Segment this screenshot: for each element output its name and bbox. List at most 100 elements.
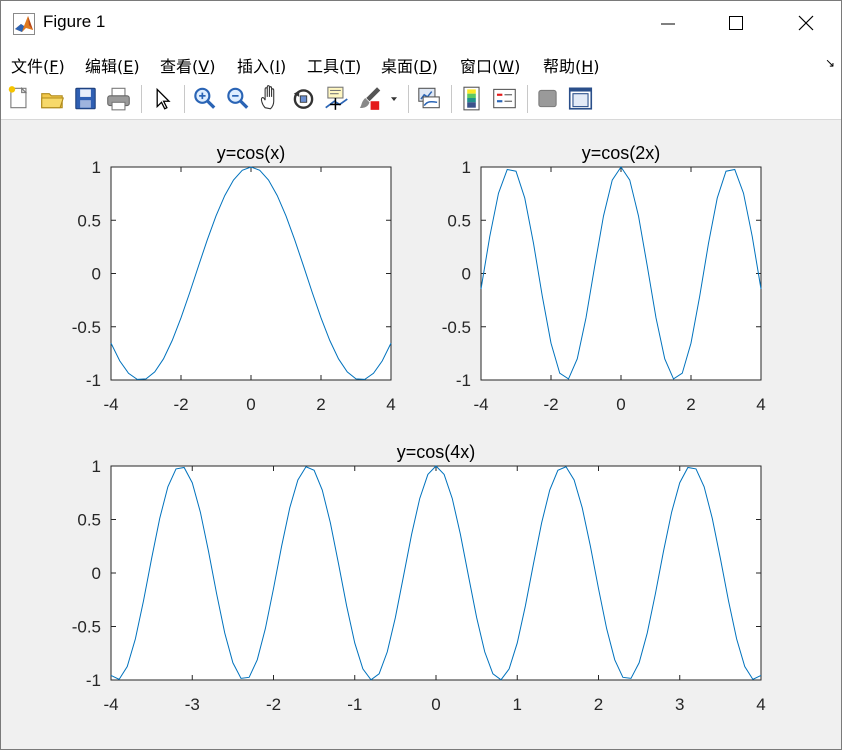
toolbar-separator — [141, 85, 142, 113]
menu-item-e[interactable]: 编辑(E) — [85, 53, 140, 77]
brush-button[interactable] — [355, 84, 384, 112]
y-tick-label: -1 — [456, 371, 471, 390]
subplot-3[interactable]: y=cos(4x) -4 -3 -2 -1 0 1 2 3 4 -1 -0.5 0 0.5 1 — [72, 442, 766, 714]
save-icon — [75, 87, 96, 110]
x-tick-label: 2 — [686, 395, 695, 414]
x-tick-label: 2 — [594, 695, 603, 714]
x-tick-label: -2 — [173, 395, 188, 414]
menu-item-f[interactable]: 文件(F) — [11, 53, 65, 77]
x-tick-label: -4 — [473, 395, 488, 414]
show-plot-tools-icon — [568, 87, 593, 110]
pan-icon — [260, 85, 275, 110]
minimize-icon — [661, 23, 675, 25]
axes-box[interactable] — [110, 465, 762, 681]
axes-box[interactable] — [110, 166, 392, 381]
rotate-3d-button[interactable] — [289, 84, 318, 112]
menu-item-h[interactable]: 帮助(H) — [543, 53, 600, 77]
maximize-button[interactable] — [709, 1, 763, 45]
zoom-in-button[interactable] — [190, 84, 219, 112]
x-tick-label: 4 — [756, 695, 765, 714]
subplot-title: y=cos(4x) — [397, 442, 476, 462]
open-file-button[interactable] — [38, 84, 67, 112]
save-button[interactable] — [71, 84, 100, 112]
brush-icon — [359, 87, 381, 110]
x-tick-label: -4 — [103, 395, 118, 414]
hide-plot-tools-button[interactable] — [533, 84, 562, 112]
maximize-icon — [729, 16, 743, 30]
link-plot-button[interactable] — [414, 84, 443, 112]
zoom-in-icon — [194, 87, 216, 109]
x-tick-label: 0 — [246, 395, 255, 414]
menu-item-w[interactable]: 窗口(W) — [460, 53, 520, 77]
toolbar-separator — [184, 85, 185, 113]
new-figure-icon — [8, 86, 28, 109]
x-tick-label: -3 — [185, 695, 200, 714]
insert-legend-icon — [493, 88, 516, 109]
window-title: Figure 1 — [43, 12, 106, 31]
x-tick-label: 0 — [616, 395, 625, 414]
y-tick-label: -0.5 — [72, 318, 101, 337]
menu-expand-arrow-icon[interactable]: ↘ — [825, 56, 835, 70]
figure-toolbar — [1, 79, 841, 120]
menu-bar: ↘ 文件(F) 编辑(E) 查看(V) 插入(I) 工具(T) 桌面(D) 窗口(W) 帮助(… — [1, 45, 841, 79]
x-tick-label: -4 — [103, 695, 118, 714]
x-tick-label: 0 — [431, 695, 440, 714]
print-button[interactable] — [104, 84, 133, 112]
print-icon — [107, 87, 130, 111]
close-icon — [798, 15, 814, 31]
close-button[interactable] — [779, 1, 833, 45]
x-tick-label: -2 — [543, 395, 558, 414]
brush-dropdown-button[interactable] — [388, 84, 400, 112]
y-tick-label: 0.5 — [447, 211, 471, 230]
insert-colorbar-button[interactable] — [457, 84, 486, 112]
subplot-2[interactable]: y=cos(2x) -4 -2 0 2 4 -1 -0.5 0 0.5 1 — [442, 143, 766, 414]
title-bar[interactable]: Figure 1 — [1, 1, 841, 45]
data-cursor-button[interactable] — [322, 84, 351, 112]
y-tick-label: 1 — [462, 158, 471, 177]
new-figure-button[interactable] — [5, 84, 34, 112]
brush-dropdown-icon — [391, 97, 397, 101]
select-icon — [156, 87, 171, 110]
pan-button[interactable] — [256, 84, 285, 112]
y-tick-label: -0.5 — [442, 318, 471, 337]
axes-box[interactable] — [480, 166, 762, 381]
insert-legend-button[interactable] — [490, 84, 519, 112]
x-tick-label: 3 — [675, 695, 684, 714]
figure-window: Figure 1 ↘ 文件(F) 编辑(E) 查看(V) 插入(I) 工具(T) 桌面(D… — [0, 0, 842, 750]
subplot-1[interactable]: y=cos(x) -4 -2 0 2 4 -1 -0.5 0 0.5 1 — [72, 143, 396, 414]
y-tick-label: -1 — [86, 371, 101, 390]
menu-item-v[interactable]: 查看(V) — [160, 53, 215, 77]
hide-plot-tools-icon — [538, 89, 557, 108]
matlab-logo-icon — [13, 13, 35, 35]
rotate-3d-icon — [293, 89, 314, 109]
y-tick-label: -0.5 — [72, 618, 101, 637]
menu-item-t[interactable]: 工具(T) — [307, 53, 361, 77]
y-tick-label: 1 — [92, 457, 101, 476]
menu-item-i[interactable]: 插入(I) — [237, 53, 286, 77]
zoom-out-button[interactable] — [223, 84, 252, 112]
zoom-out-icon — [227, 87, 249, 109]
toolbar-separator — [527, 85, 528, 113]
y-tick-label: 0.5 — [77, 211, 101, 230]
x-tick-label: 2 — [316, 395, 325, 414]
y-tick-label: 0.5 — [77, 511, 101, 530]
open-file-icon — [41, 93, 65, 109]
y-tick-label: -1 — [86, 671, 101, 690]
subplot-title: y=cos(2x) — [582, 143, 661, 163]
show-plot-tools-button[interactable] — [566, 84, 595, 112]
x-tick-label: -2 — [266, 695, 281, 714]
link-plot-icon — [418, 87, 440, 109]
y-tick-label: 0 — [92, 564, 101, 583]
minimize-button[interactable] — [641, 1, 695, 45]
y-tick-label: 0 — [92, 265, 101, 284]
menu-item-d[interactable]: 桌面(D) — [381, 53, 438, 77]
toolbar-separator — [451, 85, 452, 113]
select-button[interactable] — [147, 84, 176, 112]
x-tick-label: 4 — [386, 395, 395, 414]
x-tick-label: 1 — [513, 695, 522, 714]
toolbar-separator — [408, 85, 409, 113]
insert-colorbar-icon — [463, 86, 480, 111]
x-tick-label: 4 — [756, 395, 765, 414]
plots-svg: y=cos(x) -4 -2 0 2 4 -1 -0.5 0 0.5 1 y=cos(2x) -4 -2 0… — [72, 143, 766, 714]
data-cursor-icon — [325, 86, 348, 110]
